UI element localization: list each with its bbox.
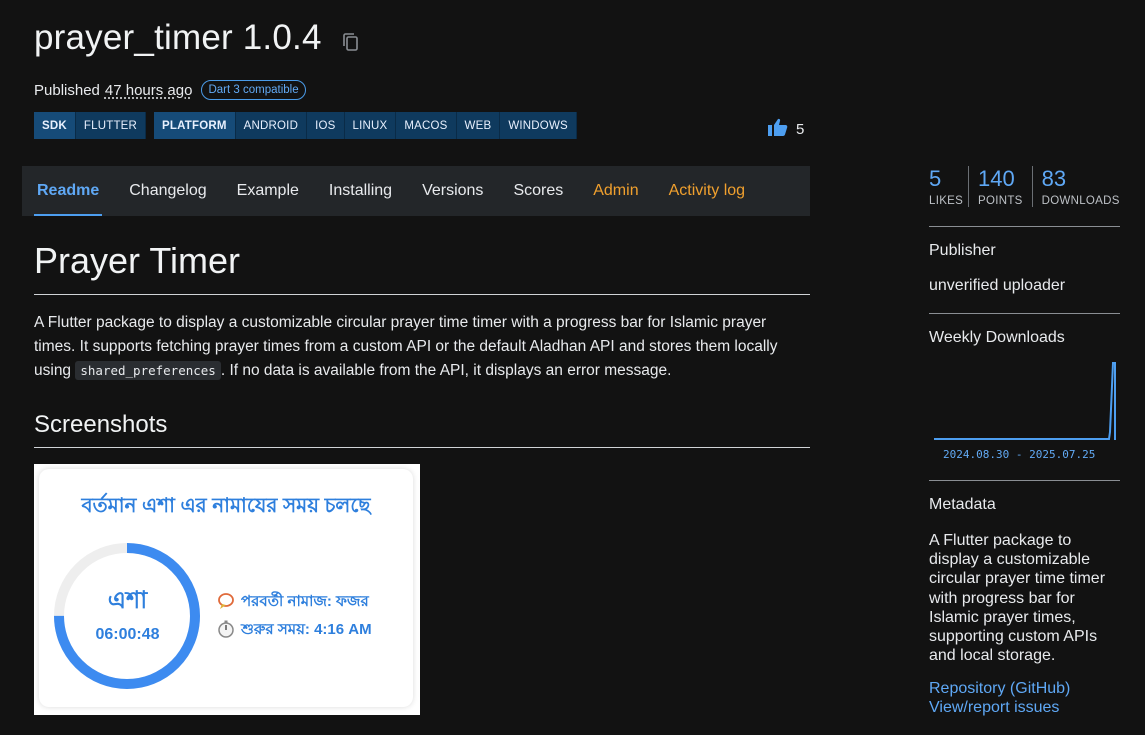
package-stats: 5 LIKES 140 POINTS 83 DOWNLOADS xyxy=(929,166,1129,207)
tab-installing[interactable]: Installing xyxy=(314,166,407,216)
metadata-description: A Flutter package to display a customiza… xyxy=(929,532,1106,665)
copy-icon[interactable] xyxy=(342,32,360,52)
published-ago: 47 hours ago xyxy=(104,81,193,99)
start-time-label: শুরুর সময়: 4:16 AM xyxy=(241,621,372,638)
sidebar-divider xyxy=(929,480,1120,481)
sidebar-divider xyxy=(929,313,1120,314)
desc-code: shared_preferences xyxy=(75,361,221,380)
likes-value: 5 xyxy=(929,166,942,191)
downloads-value: 83 xyxy=(1041,166,1067,191)
downloads-label: DOWNLOADS xyxy=(1041,195,1120,207)
publisher-value: unverified uploader xyxy=(929,277,1066,294)
countdown-time: 06:00:48 xyxy=(95,626,160,643)
stat-downloads[interactable]: 83 DOWNLOADS xyxy=(1031,166,1129,207)
timer-heading: বর্তমান এশা এর নামাযের সময় চলছে xyxy=(81,495,371,517)
published-info: Published 47 hours ago Dart 3 compatible xyxy=(34,80,306,100)
like-button[interactable]: 5 xyxy=(768,118,804,140)
tag-web[interactable]: WEB xyxy=(456,112,501,139)
readme-description: A Flutter package to display a customiza… xyxy=(34,311,810,383)
sdk-tags: SDK FLUTTER xyxy=(34,112,147,139)
repository-link[interactable]: Repository (GitHub) xyxy=(929,680,1070,698)
weekly-downloads-heading: Weekly Downloads xyxy=(929,329,1065,346)
sidebar-divider xyxy=(929,226,1120,227)
stat-points[interactable]: 140 POINTS xyxy=(968,166,1032,207)
screenshot-image: বর্তমান এশা এর নামাযের সময় চলছে এশা 06:… xyxy=(34,464,420,715)
points-value: 140 xyxy=(978,166,1015,191)
tab-versions[interactable]: Versions xyxy=(407,166,498,216)
tag-windows[interactable]: WINDOWS xyxy=(500,112,577,139)
tag-sdk[interactable]: SDK xyxy=(34,112,76,139)
dart-3-badge[interactable]: Dart 3 compatible xyxy=(201,80,306,100)
tag-macos[interactable]: MACOS xyxy=(396,112,457,139)
readme-content: Prayer Timer A Flutter package to displa… xyxy=(34,240,810,448)
start-time-info: শুরুর সময়: 4:16 AM xyxy=(217,618,372,643)
next-prayer-info: পরবর্তী নামাজ: ফজর xyxy=(217,590,369,615)
likes-label: LIKES xyxy=(929,195,964,207)
points-label: POINTS xyxy=(978,195,1023,207)
report-issues-link[interactable]: View/report issues xyxy=(929,699,1059,717)
tab-changelog[interactable]: Changelog xyxy=(114,166,221,216)
timer-card: বর্তমান এশা এর নামাযের সময় চলছে এশা 06:… xyxy=(39,469,413,707)
tag-android[interactable]: ANDROID xyxy=(235,112,308,139)
stopwatch-icon xyxy=(217,620,235,642)
package-title: prayer_timer 1.0.4 xyxy=(34,18,322,57)
tag-ios[interactable]: IOS xyxy=(307,112,345,139)
desc-text-2: . If no data is available from the API, … xyxy=(220,362,672,379)
publisher-heading: Publisher xyxy=(929,242,996,259)
next-prayer-label: পরবর্তী নামাজ: ফজর xyxy=(241,593,369,610)
speech-bubble-icon xyxy=(217,592,235,614)
readme-title: Prayer Timer xyxy=(34,240,810,295)
tab-admin[interactable]: Admin xyxy=(578,166,653,216)
prayer-name: এশা xyxy=(107,587,148,614)
stat-likes[interactable]: 5 LIKES xyxy=(929,166,968,207)
like-count: 5 xyxy=(796,120,805,138)
tab-activity-log[interactable]: Activity log xyxy=(654,166,760,216)
tag-platform[interactable]: PLATFORM xyxy=(154,112,236,139)
published-prefix: Published xyxy=(34,81,100,99)
screenshots-heading: Screenshots xyxy=(34,411,810,448)
package-tabs: Readme Changelog Example Installing Vers… xyxy=(22,166,810,216)
tab-example[interactable]: Example xyxy=(222,166,314,216)
tag-flutter[interactable]: FLUTTER xyxy=(75,112,147,139)
tag-linux[interactable]: LINUX xyxy=(344,112,397,139)
tab-readme[interactable]: Readme xyxy=(22,166,114,216)
metadata-heading: Metadata xyxy=(929,496,996,513)
weekly-downloads-range: 2024.08.30 - 2025.07.25 xyxy=(943,448,1096,461)
tab-scores[interactable]: Scores xyxy=(498,166,578,216)
weekly-downloads-chart[interactable] xyxy=(933,360,1119,442)
platform-tags: PLATFORM ANDROID IOS LINUX MACOS WEB WIN… xyxy=(154,112,577,139)
thumbs-up-icon xyxy=(768,118,788,140)
package-title-row: prayer_timer 1.0.4 xyxy=(34,18,360,58)
